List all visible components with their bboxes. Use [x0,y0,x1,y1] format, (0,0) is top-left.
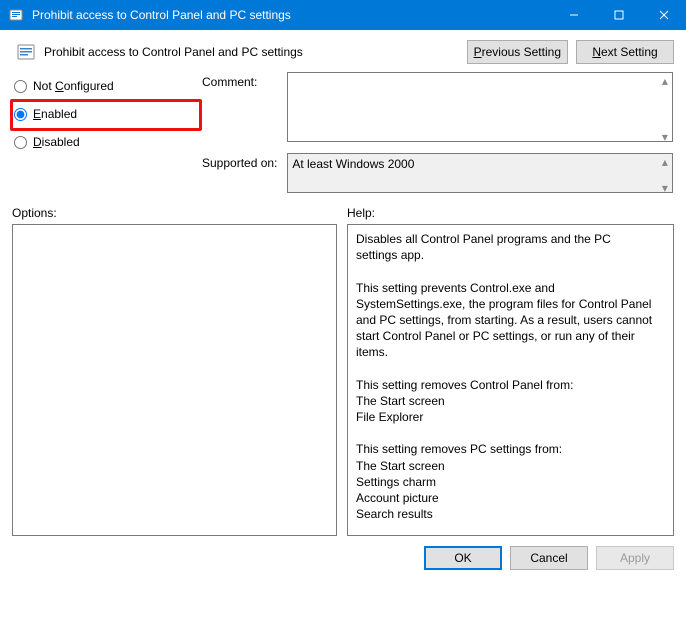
scroll-up-icon[interactable]: ▴ [658,74,671,87]
scroll-down-icon[interactable]: ▾ [658,181,671,194]
scroll-down-icon[interactable]: ▾ [658,130,671,143]
previous-setting-button[interactable]: Previous Setting [467,40,568,64]
titlebar: Prohibit access to Control Panel and PC … [0,0,686,30]
ok-button[interactable]: OK [424,546,502,570]
radio-not-configured-input[interactable] [14,80,27,93]
help-label: Help: [347,206,674,220]
supported-label: Supported on: [202,153,284,170]
comment-textarea[interactable] [287,72,673,142]
radio-not-configured[interactable]: Not Configured [12,72,202,100]
options-panel [12,224,337,536]
policy-title-icon [8,7,24,23]
maximize-button[interactable] [596,0,641,30]
window-title: Prohibit access to Control Panel and PC … [32,8,551,22]
next-setting-button[interactable]: Next Setting [576,40,674,64]
minimize-button[interactable] [551,0,596,30]
policy-icon [12,42,40,62]
close-button[interactable] [641,0,686,30]
policy-name: Prohibit access to Control Panel and PC … [40,45,459,59]
radio-enabled-input[interactable] [14,108,27,121]
help-panel[interactable]: Disables all Control Panel programs and … [347,224,674,536]
scroll-up-icon[interactable]: ▴ [658,155,671,168]
options-label: Options: [12,206,337,220]
radio-disabled[interactable]: Disabled [12,128,202,156]
dialog-footer: OK Cancel Apply [0,536,686,580]
radio-enabled[interactable]: Enabled [12,100,202,128]
header-row: Prohibit access to Control Panel and PC … [12,40,674,64]
comment-label: Comment: [202,72,284,89]
apply-button[interactable]: Apply [596,546,674,570]
cancel-button[interactable]: Cancel [510,546,588,570]
supported-on-box: At least Windows 2000 [287,153,673,193]
radio-disabled-input[interactable] [14,136,27,149]
state-radio-group: Not Configured Enabled Disabled [12,72,202,196]
